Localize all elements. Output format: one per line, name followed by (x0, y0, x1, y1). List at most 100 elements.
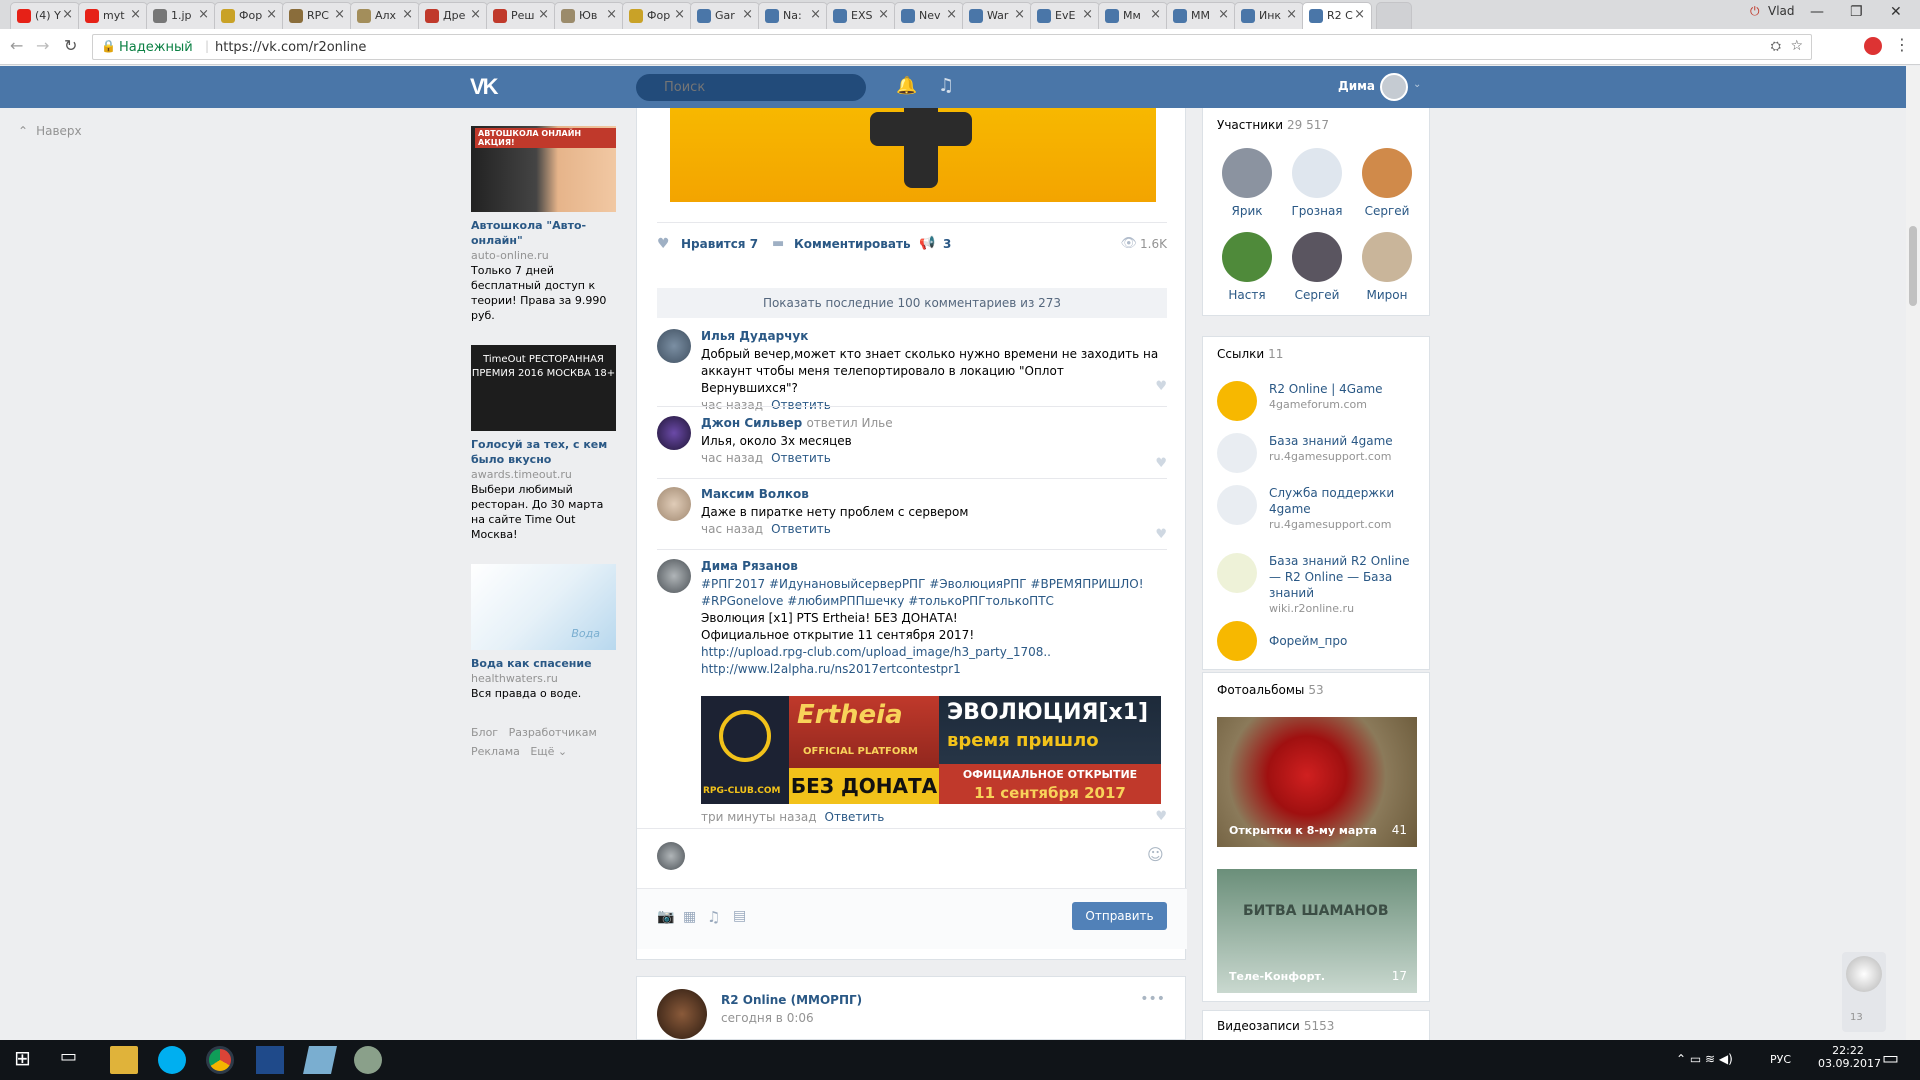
avatar[interactable] (657, 559, 691, 593)
extension-icon[interactable] (1864, 37, 1882, 55)
tab-close-icon[interactable]: × (198, 7, 209, 22)
tab-close-icon[interactable]: × (130, 7, 141, 22)
comment-link[interactable]: http://upload.rpg-club.com/upload_image/… (701, 644, 1161, 661)
heart-icon[interactable]: ♥ (657, 236, 670, 252)
music-icon[interactable]: ♫ (938, 75, 954, 96)
share-icon[interactable]: 📢 (919, 236, 935, 251)
tab-close-icon[interactable]: × (1218, 7, 1229, 22)
browser-tab[interactable]: Na: × (758, 2, 828, 29)
windows-start-icon[interactable]: ⊞ (14, 1046, 42, 1074)
tab-close-icon[interactable]: × (606, 7, 617, 22)
reply-button[interactable]: Ответить (771, 451, 831, 465)
tab-close-icon[interactable]: × (1082, 7, 1093, 22)
app-icon[interactable] (256, 1046, 284, 1074)
music-icon[interactable]: ♫ (707, 908, 720, 926)
camera-icon[interactable]: 📷 (657, 909, 674, 925)
reply-button[interactable]: Ответить (771, 522, 831, 536)
browser-tab[interactable]: (4) Y × (10, 2, 80, 29)
like-comment-icon[interactable]: ♥ (1155, 456, 1167, 471)
ad-banner[interactable]: TimeOut РЕСТОРАННАЯ ПРЕМИЯ 2016 МОСКВА 1… (471, 345, 616, 431)
comment-time[interactable]: час назад (701, 398, 763, 412)
browser-tab[interactable]: R2 C × (1302, 2, 1372, 29)
ad-title[interactable]: Автошкола "Авто-онлайн" (471, 218, 616, 248)
ad-banner[interactable]: АВТОШКОЛА ОНЛАЙН АКЦИЯ! (471, 126, 616, 212)
chevron-down-icon[interactable]: ⌄ (1413, 79, 1421, 90)
member-item[interactable]: Сергей (1287, 232, 1347, 302)
reply-button[interactable]: Ответить (771, 398, 831, 412)
album-card[interactable]: БИТВА ШАМАНОВ Теле-Конфорт. 17 (1217, 869, 1417, 993)
browser-tab[interactable]: 1.jp × (146, 2, 216, 29)
comment-input[interactable] (695, 838, 1167, 878)
tab-close-icon[interactable]: × (334, 7, 345, 22)
browser-tab[interactable]: Реш × (486, 2, 556, 29)
tab-close-icon[interactable]: × (1150, 7, 1161, 22)
scroll-to-top[interactable]: ⌃ Наверх (18, 124, 82, 138)
browser-tab[interactable]: Фор × (622, 2, 692, 29)
tab-close-icon[interactable]: × (1014, 7, 1025, 22)
avatar[interactable] (657, 989, 707, 1039)
scrollbar[interactable] (1906, 66, 1920, 1040)
browser-tab[interactable]: Дре × (418, 2, 488, 29)
ad-title[interactable]: Голосуй за тех, с кем было вкусно (471, 437, 616, 467)
tab-close-icon[interactable]: × (1286, 7, 1297, 22)
minimize-icon[interactable]: — (1810, 4, 1824, 20)
comment-icon[interactable]: ▬ (772, 236, 784, 251)
member-item[interactable]: Мирон (1357, 232, 1417, 302)
search-input[interactable] (636, 74, 866, 101)
member-item[interactable]: Настя (1217, 232, 1277, 302)
translate-icon[interactable]: ⛭ (1771, 39, 1781, 54)
browser-tab[interactable]: MM × (1166, 2, 1236, 29)
member-item[interactable]: Ярик (1217, 148, 1277, 218)
profile-icon[interactable]: ⏻ (1750, 4, 1760, 19)
clock[interactable]: 22:22 03.09.2017 (1818, 1044, 1881, 1070)
browser-tab[interactable]: EXS × (826, 2, 896, 29)
browser-tab[interactable]: EvE × (1030, 2, 1100, 29)
footer-link-more[interactable]: Ещё ⌄ (530, 745, 567, 758)
restore-icon[interactable]: ❐ (1850, 4, 1863, 20)
like-comment-icon[interactable]: ♥ (1155, 527, 1167, 542)
back-icon[interactable]: ← (10, 36, 23, 55)
tab-close-icon[interactable]: × (538, 7, 549, 22)
avatar[interactable] (657, 329, 691, 363)
link-item[interactable]: R2 Online | 4Game 4gameforum.com (1217, 381, 1417, 427)
avatar[interactable] (657, 416, 691, 450)
like-comment-icon[interactable]: ♥ (1155, 379, 1167, 394)
send-button[interactable]: Отправить (1072, 902, 1167, 930)
link-item[interactable]: Форейм_про (1217, 621, 1417, 661)
avatar[interactable] (1380, 73, 1408, 101)
post-time[interactable]: сегодня в 0:06 (721, 1011, 814, 1025)
tab-close-icon[interactable]: × (674, 7, 685, 22)
forward-icon[interactable]: → (36, 36, 49, 55)
browser-tab[interactable]: Nev × (894, 2, 964, 29)
link-item[interactable]: База знаний 4game ru.4gamesupport.com (1217, 433, 1417, 479)
comment-time[interactable]: час назад (701, 451, 763, 465)
footer-link-developers[interactable]: Разработчикам (509, 726, 597, 739)
hashtags[interactable]: #RPGonelove #любимРППшечку #толькоРПГтол… (701, 593, 1161, 610)
tab-close-icon[interactable]: × (810, 7, 821, 22)
comment-author[interactable]: Дима Рязанов (701, 559, 798, 573)
window-user[interactable]: Vlad (1768, 4, 1795, 18)
url-field[interactable]: 🔒 Надежный | https://vk.com/r2online ⛭ ☆ (92, 34, 1812, 60)
comment-author[interactable]: Илья Дударчук (701, 329, 808, 343)
browser-tab[interactable]: Инк × (1234, 2, 1304, 29)
bookmark-star-icon[interactable]: ☆ (1790, 38, 1803, 54)
comment-link[interactable]: http://www.l2alpha.ru/ns2017ertcontestpr… (701, 661, 1161, 678)
ad-banner[interactable]: Вода (471, 564, 616, 650)
skype-icon[interactable] (158, 1046, 186, 1074)
block-title[interactable]: Фотоальбомы 53 (1217, 683, 1324, 697)
reply-button[interactable]: Ответить (825, 810, 885, 824)
avatar[interactable] (1846, 956, 1882, 992)
post-author[interactable]: R2 Online (ММОРПГ) (721, 993, 862, 1007)
member-item[interactable]: Грозная (1287, 148, 1347, 218)
comment-author[interactable]: Максим Волков (701, 487, 809, 501)
browser-tab[interactable]: myt × (78, 2, 148, 29)
chrome-icon[interactable] (206, 1046, 234, 1074)
username[interactable]: Дима (1338, 79, 1375, 93)
chat-widget[interactable]: 13 (1842, 952, 1886, 1032)
app-icon[interactable] (303, 1046, 337, 1074)
document-icon[interactable]: ▤ (733, 908, 746, 924)
tray-icons[interactable]: ⌃ ▭ ≋ ◀) (1676, 1052, 1733, 1066)
more-icon[interactable]: ••• (1140, 991, 1165, 1007)
comment-time[interactable]: час назад (701, 522, 763, 536)
link-item[interactable]: Служба поддержки 4game ru.4gamesupport.co… (1217, 485, 1417, 543)
